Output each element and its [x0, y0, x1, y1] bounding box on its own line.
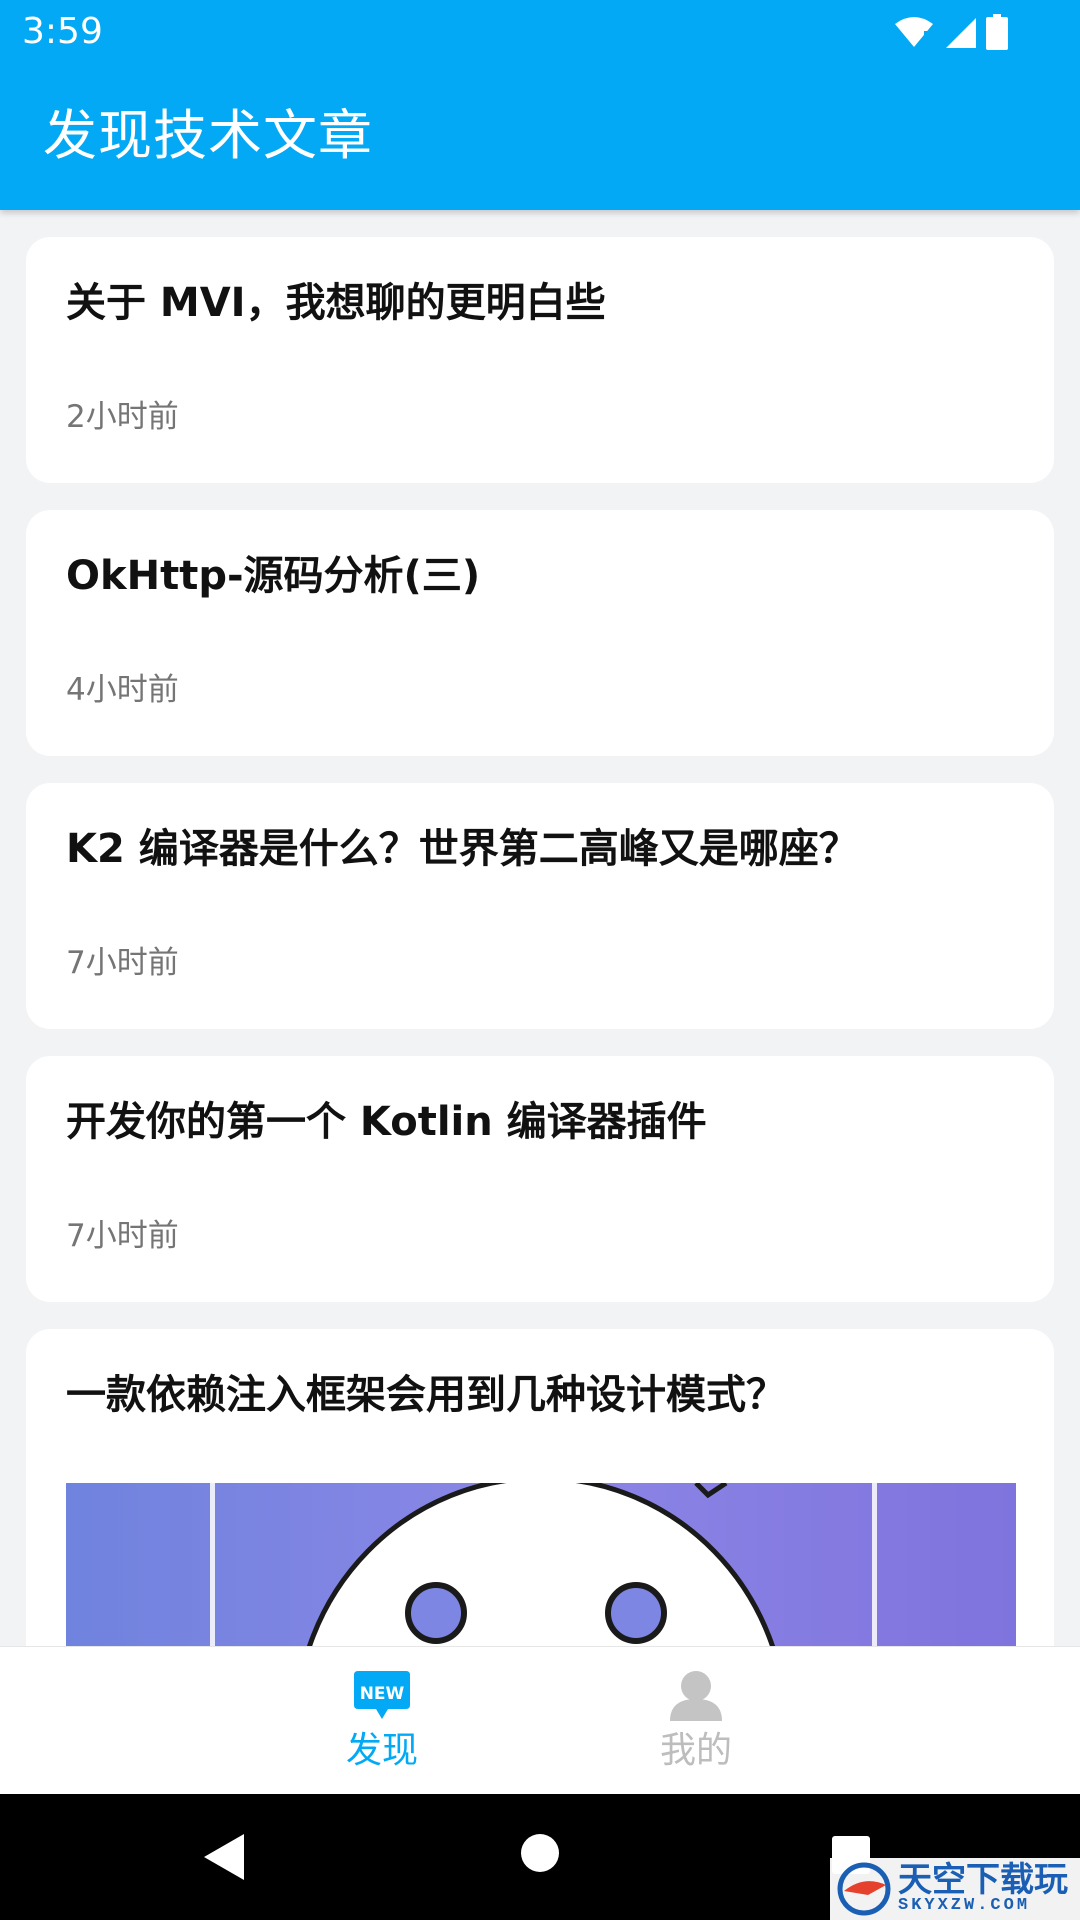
watermark-name: 天空下载玩 [898, 1861, 1068, 1899]
tab-mine[interactable]: 我的 [606, 1647, 786, 1795]
tab-discover[interactable]: NEW 发现 [292, 1647, 472, 1795]
new-badge-icon: NEW [354, 1671, 410, 1719]
article-time: 7小时前 [66, 1218, 179, 1254]
article-card[interactable]: 一款依赖注入框架会用到几种设计模式？ [26, 1329, 1054, 1646]
back-icon[interactable] [204, 1834, 244, 1880]
home-icon[interactable] [521, 1834, 559, 1872]
bottom-nav: NEW 发现 我的 [0, 1646, 1080, 1795]
watermark-logo [837, 1862, 891, 1916]
article-title: OkHttp-源码分析(三) [66, 553, 481, 599]
person-icon [670, 1671, 722, 1721]
article-card[interactable]: 关于 MVI，我想聊的更明白些 2小时前 [26, 237, 1054, 483]
article-title: 关于 MVI，我想聊的更明白些 [66, 280, 606, 326]
watermark: 天空下载玩 SKYXZW.COM [830, 1858, 1080, 1920]
page-title: 发现技术文章 [43, 104, 373, 167]
status-time: 3:59 [22, 11, 103, 52]
signal-icon [946, 18, 976, 48]
article-time: 4小时前 [66, 672, 179, 708]
app-bar: 3:59 发现技术文章 [0, 0, 1080, 210]
article-title: 一款依赖注入框架会用到几种设计模式？ [66, 1372, 786, 1418]
status-icons [894, 12, 1008, 52]
new-badge-text: NEW [360, 1684, 405, 1704]
article-list[interactable]: 关于 MVI，我想聊的更明白些 2小时前 OkHttp-源码分析(三) 4小时前… [0, 210, 1080, 1646]
wifi-icon [895, 17, 933, 47]
article-title: 开发你的第一个 Kotlin 编译器插件 [66, 1099, 707, 1145]
article-time: 7小时前 [66, 945, 179, 981]
tab-mine-label: 我的 [659, 1730, 732, 1771]
watermark-url: SKYXZW.COM [898, 1896, 1031, 1915]
article-time: 2小时前 [66, 399, 179, 435]
article-title: K2 编译器是什么？世界第二高峰又是哪座？ [66, 826, 859, 872]
tab-discover-label: 发现 [345, 1730, 418, 1771]
battery-icon [986, 14, 1008, 50]
article-cover-image [66, 1483, 1016, 1646]
article-card[interactable]: OkHttp-源码分析(三) 4小时前 [26, 510, 1054, 756]
article-card[interactable]: 开发你的第一个 Kotlin 编译器插件 7小时前 [26, 1056, 1054, 1302]
article-card[interactable]: K2 编译器是什么？世界第二高峰又是哪座？ 7小时前 [26, 783, 1054, 1029]
